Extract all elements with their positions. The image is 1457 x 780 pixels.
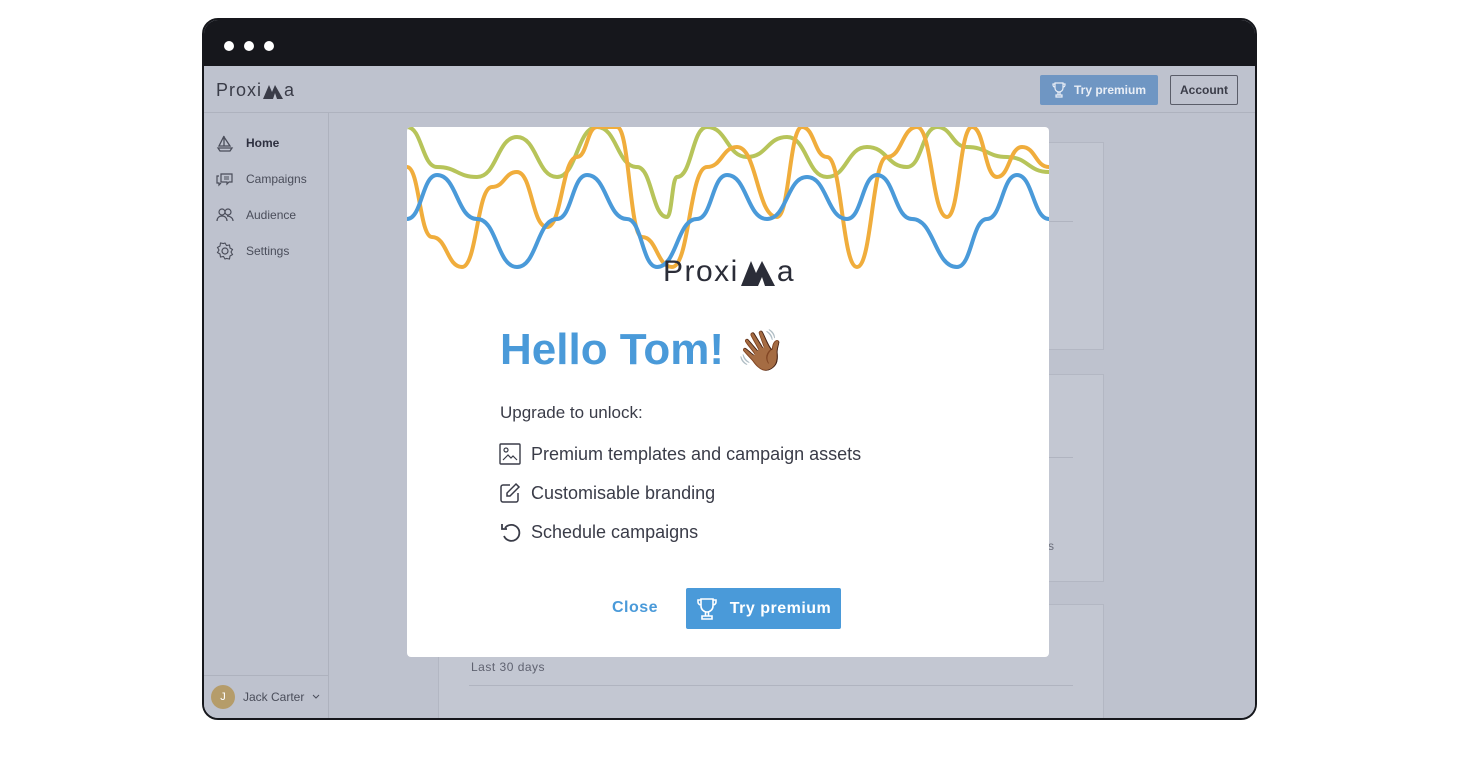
sidebar-item-audience[interactable]: Audience (216, 205, 296, 225)
card-divider (469, 685, 1073, 686)
close-label: Close (611, 599, 659, 616)
try-premium-button[interactable]: Try premium (1040, 75, 1158, 105)
image-icon (499, 443, 521, 465)
sidebar-item-label: Settings (246, 244, 290, 258)
feature-label: Premium templates and campaign assets (531, 443, 862, 464)
edit-icon (500, 482, 521, 503)
window-control-dot[interactable] (264, 41, 274, 51)
sidebar-item-campaigns[interactable]: Campaigns (216, 169, 307, 189)
top-bar: Proxi a Try premium Account (204, 66, 1255, 113)
date-range-label: Last 30 days (471, 660, 546, 674)
trophy-icon (696, 597, 717, 620)
sidebar-item-home[interactable]: Home (216, 133, 279, 153)
people-icon (216, 208, 234, 222)
account-button[interactable]: Account (1170, 75, 1238, 105)
user-name: Jack Carter (243, 690, 305, 704)
logo-text: a (284, 80, 296, 100)
logo-text: a (776, 255, 796, 288)
window-control-dot[interactable] (224, 41, 234, 51)
sidebar-item-settings[interactable]: Settings (216, 241, 289, 261)
avatar: J (211, 685, 235, 709)
logo-mountain-icon (740, 261, 775, 286)
logo-text: Proxi (663, 255, 739, 288)
sailboat-icon (216, 135, 234, 152)
upgrade-modal: Proxi a Hello Tom! 👋🏾 Upgrade to unlock:… (407, 127, 1049, 657)
user-menu[interactable]: J Jack Carter (204, 675, 328, 718)
try-premium-label: Try premium (729, 599, 832, 617)
waving-hand-icon: 👋🏾 (736, 328, 786, 373)
feature-item: Schedule campaigns (499, 521, 698, 543)
try-premium-button[interactable]: Try premium (686, 588, 841, 629)
wave-blue (407, 172, 1049, 270)
modal-logo: Proxi a (663, 255, 795, 289)
sidebar-item-label: Audience (246, 208, 297, 222)
undo-icon (501, 523, 521, 542)
chevron-down-icon (313, 694, 320, 699)
close-button[interactable]: Close (605, 588, 665, 628)
logo-mountain-icon (263, 84, 284, 99)
window-control-dot[interactable] (244, 41, 254, 51)
window-titlebar (204, 20, 1255, 66)
gear-icon (216, 242, 234, 260)
logo-text: Proxi (216, 80, 263, 100)
chat-bubbles-icon (216, 173, 233, 187)
try-premium-label: Try premium (1073, 83, 1147, 97)
sidebar-item-label: Home (246, 136, 280, 150)
sidebar-item-label: Campaigns (246, 172, 307, 186)
app-logo[interactable]: Proxi a (216, 80, 295, 101)
feature-item: Premium templates and campaign assets (499, 443, 861, 465)
greeting-heading: Hello Tom! 👋🏾 (500, 325, 786, 375)
feature-label: Schedule campaigns (531, 521, 699, 542)
upgrade-subheading: Upgrade to unlock: (500, 403, 643, 422)
account-label: Account (1180, 83, 1228, 97)
greeting-text: Hello Tom! (500, 325, 725, 374)
feature-label: Customisable branding (531, 482, 716, 503)
trophy-icon (1052, 82, 1066, 98)
sidebar: Home Campaigns Audience Settings J Jack … (204, 113, 329, 718)
feature-item: Customisable branding (499, 482, 715, 504)
